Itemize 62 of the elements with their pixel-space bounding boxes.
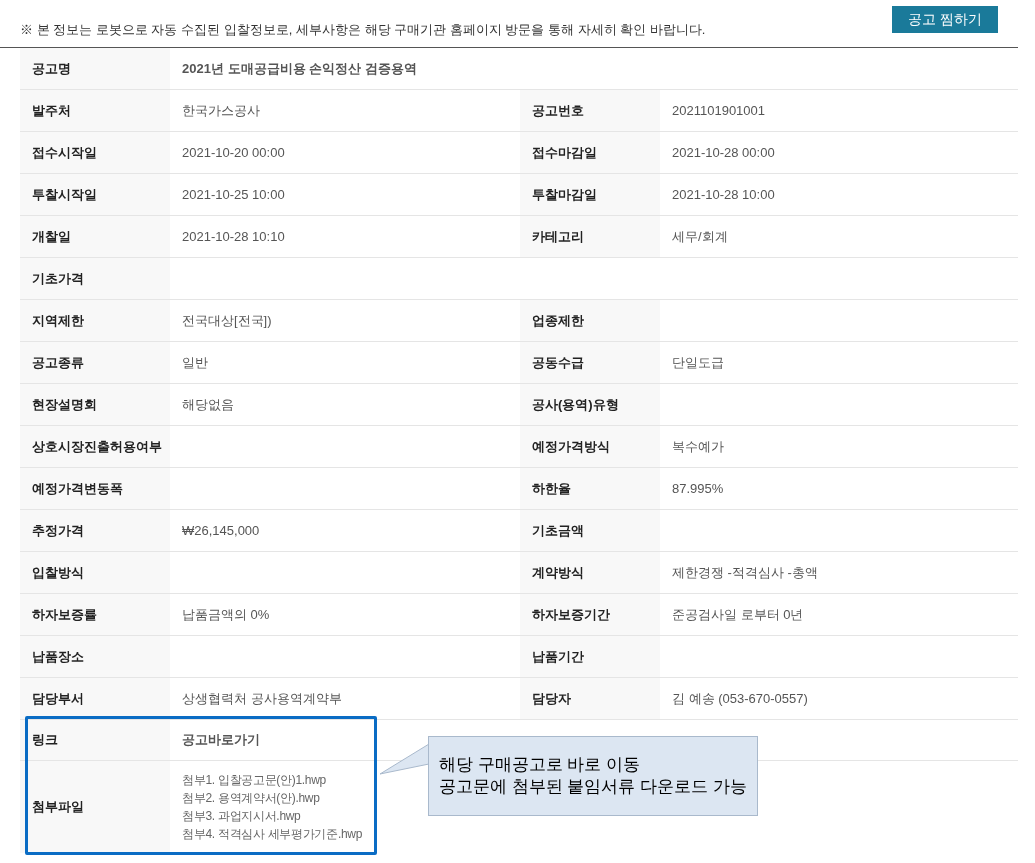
field-label: 업종제한 (520, 300, 660, 341)
field-label: 예정가격변동폭 (20, 468, 170, 509)
field-label: 지역제한 (20, 300, 170, 341)
field-label: 상호시장진출허용여부 (20, 426, 170, 467)
field-value: 2021101901001 (671, 101, 767, 120)
field-label: 발주처 (20, 90, 170, 131)
notice-text: ※ 본 정보는 로봇으로 자동 수집된 입찰정보로, 세부사항은 해당 구매기관 홈페이지 방문을 통해 자세히 확인 바랍니다. (20, 20, 706, 39)
announcement-link[interactable]: 공고바로가기 (182, 730, 260, 750)
field-label: 납품장소 (20, 636, 170, 677)
callout-text: 공고문에 첨부된 붙임서류 다운로드 가능 (439, 776, 747, 798)
field-label: 공사(용역)유형 (520, 384, 660, 425)
field-value: 납품금액의 0% (181, 605, 271, 624)
field-value: 준공검사일 로부터 0년 (671, 605, 805, 624)
field-value: 김 예송 (053-670-0557) (671, 689, 809, 708)
field-value: 2021-10-28 10:10 (181, 227, 286, 246)
field-value: 상생협력처 공사용역계약부 (181, 689, 343, 708)
attachment-link[interactable]: 첨부4. 적격심사 세부평가기준.hwp (182, 825, 363, 843)
field-value: 87.995% (671, 479, 725, 498)
field-value: 2021-10-20 00:00 (181, 143, 286, 162)
field-value: 해당없음 (181, 395, 235, 414)
field-label: 공고명 (20, 48, 170, 89)
field-label: 투찰마감일 (520, 174, 660, 215)
attachment-link[interactable]: 첨부2. 용역계약서(안).hwp (182, 789, 363, 807)
field-label: 납품기간 (520, 636, 660, 677)
bookmark-button[interactable]: 공고 찜하기 (892, 6, 998, 33)
field-label: 공동수급 (520, 342, 660, 383)
field-value: 2021년 도매공급비용 손익정산 검증용역 (181, 59, 418, 78)
field-value: 2021-10-28 00:00 (671, 143, 776, 162)
field-label: 하자보증률 (20, 594, 170, 635)
attachment-link[interactable]: 첨부1. 입찰공고문(안)1.hwp (182, 771, 363, 789)
field-label: 공고종류 (20, 342, 170, 383)
field-value: 일반 (181, 353, 209, 372)
field-value: 단일도급 (671, 353, 725, 372)
callout-text: 해당 구매공고로 바로 이동 (439, 754, 642, 776)
field-value: ₩26,145,000 (181, 521, 261, 540)
field-label: 계약방식 (520, 552, 660, 593)
field-label: 링크 (20, 720, 170, 760)
field-label: 하자보증기간 (520, 594, 660, 635)
field-label: 개찰일 (20, 216, 170, 257)
field-label: 입찰방식 (20, 552, 170, 593)
field-value: 제한경쟁 -적격심사 -총액 (671, 563, 819, 582)
field-value: 2021-10-25 10:00 (181, 185, 286, 204)
field-label: 예정가격방식 (520, 426, 660, 467)
field-label: 투찰시작일 (20, 174, 170, 215)
field-label: 담당자 (520, 678, 660, 719)
field-value: 2021-10-28 10:00 (671, 185, 776, 204)
field-value: 세무/회계 (671, 227, 729, 246)
field-label: 카테고리 (520, 216, 660, 257)
field-label: 첨부파일 (20, 761, 170, 853)
field-value: 복수예가 (671, 437, 725, 456)
attachment-link[interactable]: 첨부3. 과업지시서.hwp (182, 807, 363, 825)
field-value: 한국가스공사 (181, 101, 261, 120)
field-label: 접수시작일 (20, 132, 170, 173)
field-label: 현장설명회 (20, 384, 170, 425)
field-label: 기초금액 (520, 510, 660, 551)
field-label: 하한율 (520, 468, 660, 509)
field-label: 기초가격 (20, 258, 170, 299)
field-label: 공고번호 (520, 90, 660, 131)
field-label: 담당부서 (20, 678, 170, 719)
field-value: 전국대상[전국]) (181, 311, 273, 330)
field-label: 추정가격 (20, 510, 170, 551)
field-label: 접수마감일 (520, 132, 660, 173)
